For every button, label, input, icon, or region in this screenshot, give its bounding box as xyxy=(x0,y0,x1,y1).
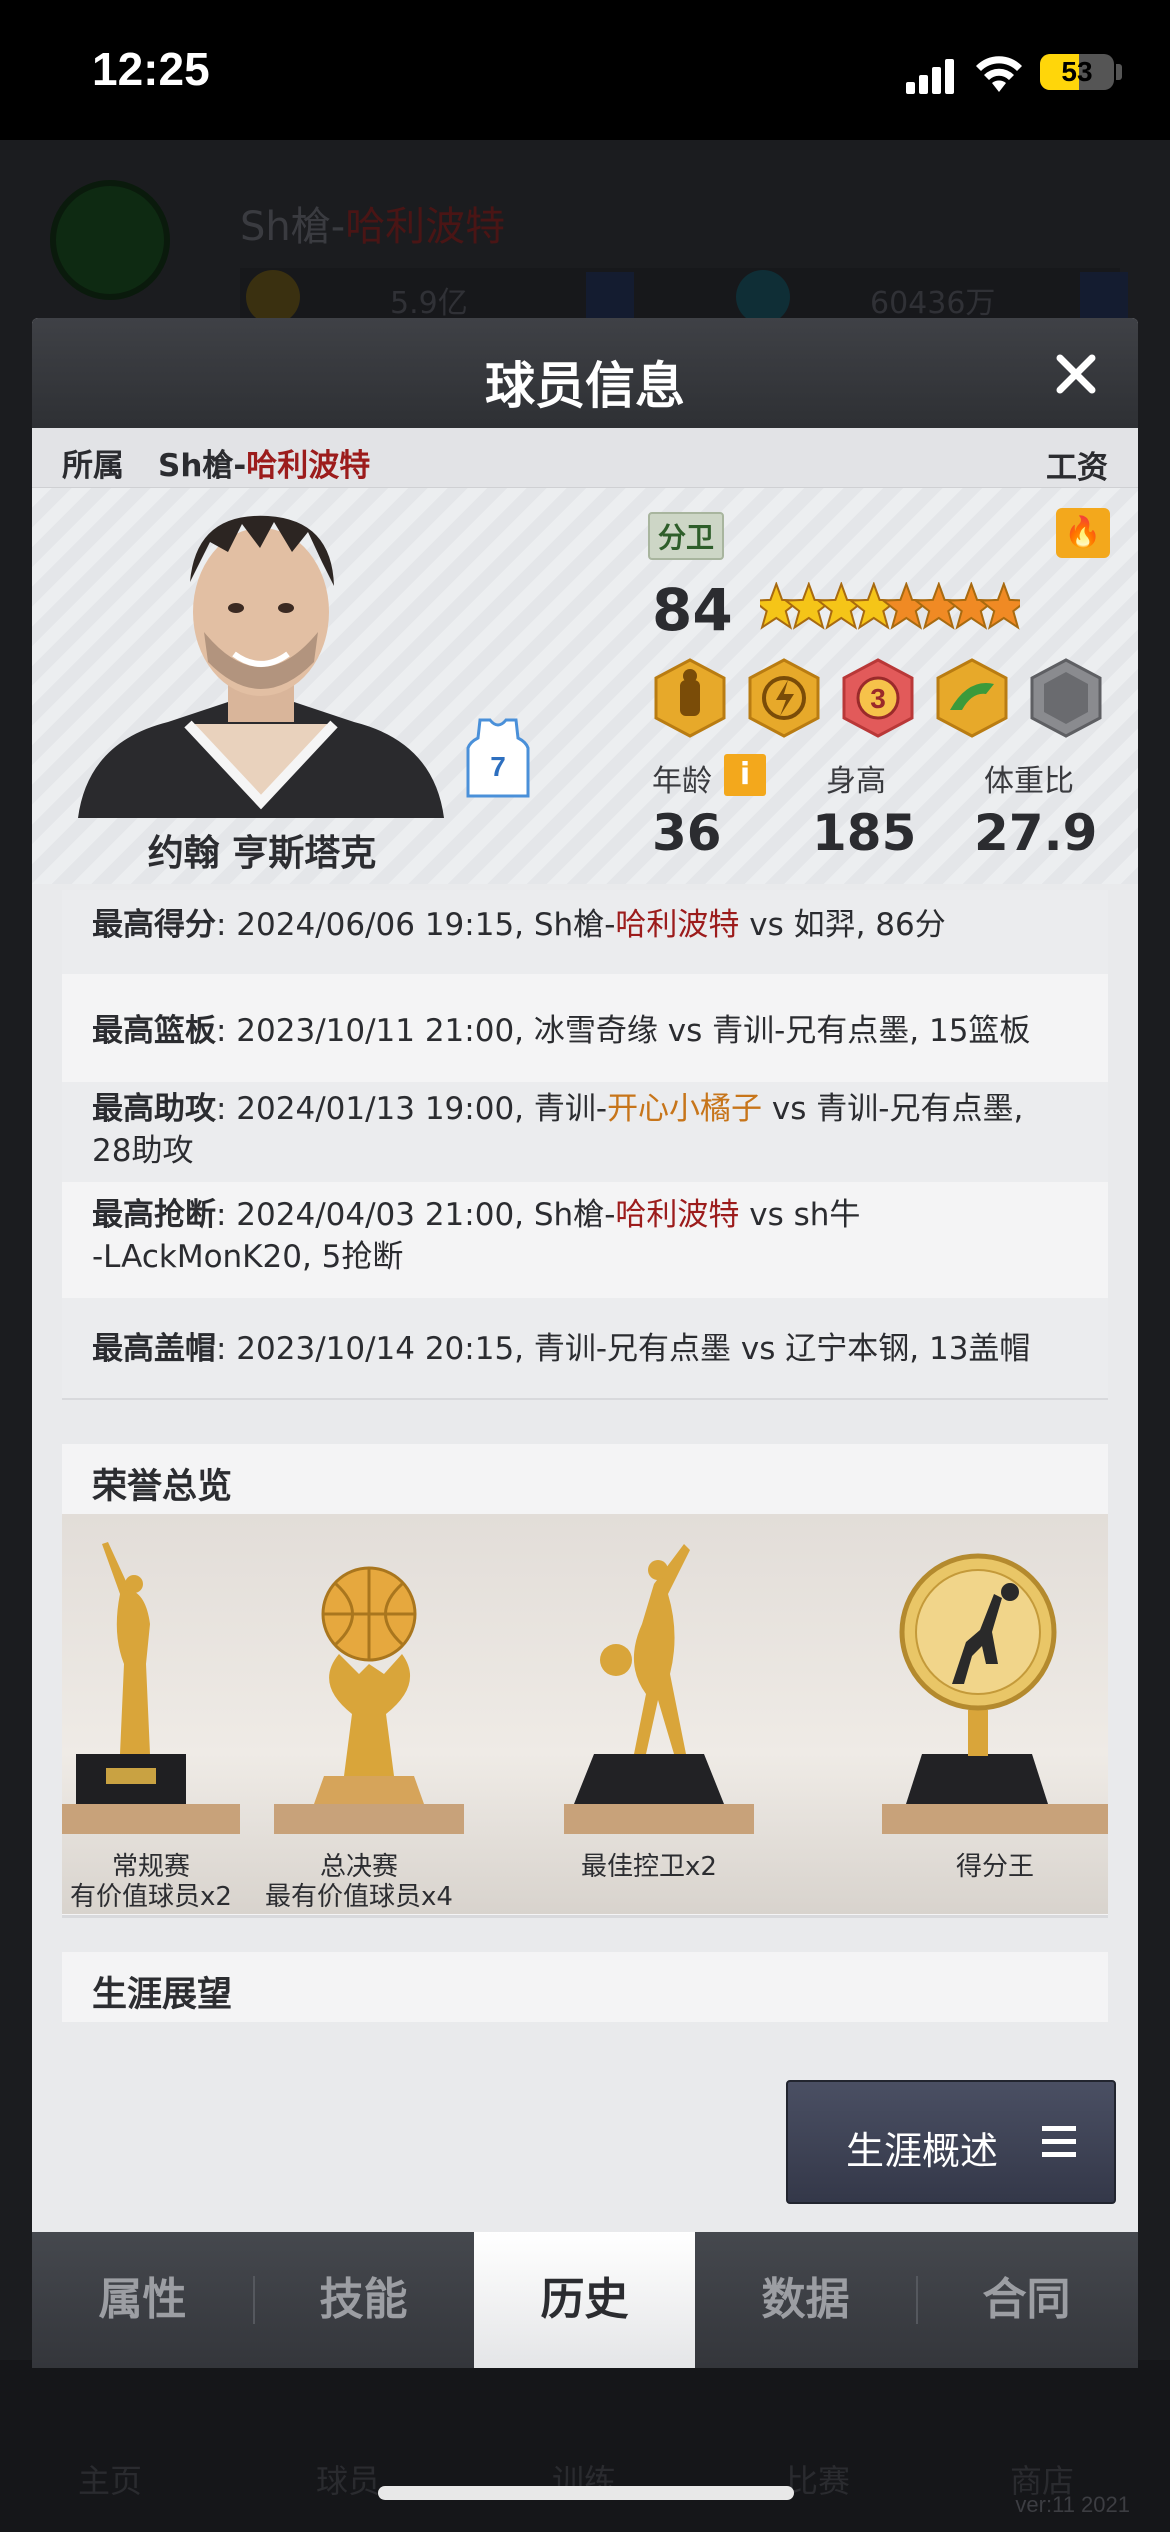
star-rating xyxy=(760,582,1020,630)
background-nav-item: 比赛 xyxy=(786,2462,851,2500)
player-info-modal: 球员信息 所属 Sh槍-哈利波特 工资 7 约翰 亨斯塔克 分卫 🔥 84 3 … xyxy=(32,318,1138,2368)
career-records: 最高得分: 2024/06/06 19:15, Sh槍-哈利波特 vs 如羿, … xyxy=(62,890,1108,1400)
background-nav: 主页 球员 训练 比赛 商店 xyxy=(0,2360,1170,2532)
height-value: 185 xyxy=(812,804,917,862)
career-outlook-section: 生涯展望 xyxy=(62,1952,1108,2022)
player-name: 约翰 亨斯塔克 xyxy=(147,833,377,874)
player-portrait xyxy=(78,515,444,818)
add-coins-icon xyxy=(586,272,634,320)
background-nav-item: 球员 xyxy=(316,2462,381,2500)
add-gems-icon xyxy=(1080,272,1128,320)
battery-percent: 53 xyxy=(1061,56,1093,87)
tab-bar: 属性 技能 历史 数据 合同 xyxy=(32,2232,1138,2368)
team-label: 所属 xyxy=(62,448,124,484)
tab-attributes[interactable]: 属性 xyxy=(32,2232,253,2368)
trophy-item[interactable]: 最佳控卫x2 xyxy=(534,1514,764,1914)
record-row: 最高盖帽: 2023/10/14 20:15, 青训-兄有点墨 vs 辽宁本钢,… xyxy=(62,1298,1108,1398)
weight-ratio-label: 体重比 xyxy=(984,764,1074,799)
player-profile: 7 约翰 亨斯塔克 分卫 🔥 84 3 年龄 i 身高 体重比 36 185 2… xyxy=(32,488,1138,884)
age-value: 36 xyxy=(652,804,722,862)
position-badge: 分卫 xyxy=(648,512,725,560)
team-name[interactable]: Sh槍-哈利波特 xyxy=(158,440,370,485)
modal-header: 球员信息 xyxy=(32,318,1138,428)
close-icon[interactable] xyxy=(1048,346,1104,402)
jersey-icon: 7 xyxy=(466,718,530,798)
gem-icon xyxy=(736,270,790,324)
cellular-signal-icon xyxy=(906,59,954,94)
dribbler-trophy-icon xyxy=(564,1544,754,1834)
height-label: 身高 xyxy=(826,764,886,799)
record-row: 最高得分: 2024/06/06 19:15, Sh槍-哈利波特 vs 如羿, … xyxy=(62,890,1108,974)
record-row: 最高助攻: 2024/01/13 19:00, 青训-开心小橘子 vs 青训-兄… xyxy=(62,1082,1108,1182)
defender-badge-icon[interactable] xyxy=(650,658,730,738)
background-nav-item: 主页 xyxy=(78,2462,143,2500)
three-point-badge-icon[interactable]: 3 xyxy=(838,658,918,738)
record-row: 最高抢断: 2024/04/03 21:00, Sh槍-哈利波特 vs sh牛 -… xyxy=(92,1197,861,1275)
trophy-item[interactable]: 得分王 xyxy=(882,1514,1108,1914)
gold-medal-trophy-icon xyxy=(882,1553,1108,1834)
trophy-label: 总决赛 最有价值球员x4 xyxy=(265,1852,453,1912)
version-label: ver:11 2021 xyxy=(1015,2492,1130,2517)
trophy-label: 最佳控卫x2 xyxy=(581,1852,717,1882)
background-gems: 60436万 xyxy=(870,286,996,321)
status-time: 12:25 xyxy=(92,43,210,95)
tab-history[interactable]: 历史 xyxy=(474,2232,695,2368)
locked-badge-icon[interactable] xyxy=(1026,658,1106,738)
mvp-statue-trophy-icon xyxy=(62,1542,240,1834)
modal-title: 球员信息 xyxy=(485,357,685,415)
info-icon[interactable]: i xyxy=(724,754,766,796)
age-label: 年龄 xyxy=(652,764,712,799)
career-outlook-title: 生涯展望 xyxy=(92,1975,233,2015)
battery-tip xyxy=(1116,64,1122,80)
background-team-name: Sh槍-哈利波特 xyxy=(240,204,506,250)
record-row: 最高篮板: 2023/10/11 21:00, 冰雪奇缘 vs 青训-兄有点墨,… xyxy=(92,1013,1031,1049)
wifi-icon xyxy=(976,56,1022,92)
weight-ratio-value: 27.9 xyxy=(974,804,1098,862)
honors-title: 荣誉总览 xyxy=(92,1467,233,1507)
background-logo xyxy=(50,180,170,300)
team-bar: 所属 Sh槍-哈利波特 工资 xyxy=(32,428,1138,488)
career-overview-label: 生涯概述 xyxy=(846,2129,999,2173)
menu-icon xyxy=(1042,2126,1076,2157)
overall-rating: 84 xyxy=(652,576,733,644)
battery-icon: 53 xyxy=(1040,54,1114,90)
honors-strip: 常规赛 有价值球员x2 总决赛 最有价值球员x4 最佳控卫x2 得分王 xyxy=(62,1514,1108,1914)
home-indicator[interactable] xyxy=(378,2486,794,2500)
tab-contract[interactable]: 合同 xyxy=(916,2232,1137,2368)
tab-data[interactable]: 数据 xyxy=(695,2232,916,2368)
salary-label[interactable]: 工资 xyxy=(1046,442,1108,487)
star-icon xyxy=(978,582,1020,630)
tab-skills[interactable]: 技能 xyxy=(253,2232,474,2368)
trophy-label: 得分王 xyxy=(955,1852,1034,1882)
honors-section: 荣誉总览 常规赛 有价值球员x2 总决赛 最有价值球员x4 最佳控卫x2 得分王 xyxy=(62,1444,1108,1918)
fire-icon[interactable]: 🔥 xyxy=(1056,508,1110,558)
trophy-label: 常规赛 有价值球员x2 xyxy=(70,1852,232,1912)
basketball-trophy-icon xyxy=(274,1566,464,1834)
lightning-badge-icon[interactable] xyxy=(744,658,824,738)
speed-badge-icon[interactable] xyxy=(932,658,1012,738)
trophy-item[interactable]: 总决赛 最有价值球员x4 xyxy=(244,1514,474,1914)
svg-text:3: 3 xyxy=(870,683,886,714)
coin-icon xyxy=(246,270,300,324)
trophy-item[interactable]: 常规赛 有价值球员x2 xyxy=(62,1514,240,1914)
background-coins: 5.9亿 xyxy=(390,286,468,321)
jersey-number: 7 xyxy=(490,751,506,782)
career-overview-button[interactable]: 生涯概述 xyxy=(786,2080,1116,2204)
status-bar: 12:25 53 xyxy=(0,0,1170,140)
